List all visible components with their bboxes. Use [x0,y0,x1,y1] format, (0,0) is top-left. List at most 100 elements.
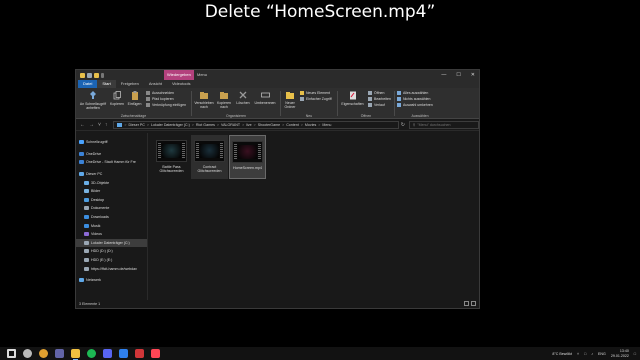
paste-button[interactable]: Einfügen [126,91,143,106]
context-tab-play[interactable]: Wiedergeben [164,70,194,80]
breadcrumb-item[interactable]: Menu [322,123,331,127]
sidebar-item[interactable]: OneDrive - Stadt Hamm für Fre [76,158,147,167]
sidebar-item[interactable]: https://ffcit-hamm.de/webdav [76,264,147,273]
file-explorer-icon[interactable] [71,349,80,360]
desktop-icon [84,197,89,202]
weather-text[interactable]: 8°C Bewölkt [552,352,572,356]
breadcrumb-separator-icon[interactable]: > [217,123,219,127]
sidebar-item[interactable]: Bilder [76,187,147,196]
open-button[interactable]: Öffnen [368,91,384,95]
copy-to-button[interactable]: Kopieren nach [215,91,233,109]
volume-icon[interactable]: ♪ [591,352,593,356]
breadcrumb-item[interactable]: live [246,123,251,127]
discord-icon[interactable] [103,349,112,358]
back-arrow-icon[interactable]: ← [80,122,85,128]
language-indicator[interactable]: ENG [598,352,606,356]
breadcrumb[interactable]: > Dieser PC > Lokaler Datenträger (C:) > Riot… [113,120,399,129]
properties-button[interactable]: Eigenschaften [339,91,366,106]
sidebar-item[interactable]: Dieser PC [76,170,147,179]
new-folder-button[interactable]: Neuer Ordner [282,91,298,109]
file-item[interactable]: Battle Pass Glitchscreeden [153,135,190,179]
sidebar-item[interactable]: Videos [76,230,147,239]
rename-button[interactable]: Umbenennen [253,91,277,105]
breadcrumb-item[interactable]: VALORANT [221,123,240,127]
search-icon[interactable] [23,349,32,358]
start-icon[interactable] [7,349,16,358]
forward-arrow-icon[interactable]: → [89,122,94,128]
tab-start[interactable]: Start [97,80,116,88]
edit-button[interactable]: Bearbeiten [368,97,391,101]
breadcrumb-separator-icon[interactable]: > [282,123,284,127]
invert-selection-button[interactable]: Auswahl umkehren [397,103,433,107]
chevron-up-icon[interactable]: ˄ [577,352,579,356]
breadcrumb-separator-icon[interactable]: > [318,123,320,127]
pin-quick-access-button[interactable]: An Schnellzugriff anheften [78,91,108,110]
move-to-button[interactable]: Verschieben nach [194,91,214,109]
breadcrumb-item[interactable]: Dieser PC [129,123,145,127]
breadcrumb-item[interactable]: Riot Games [196,123,215,127]
chrome-icon[interactable] [39,349,48,358]
breadcrumb-separator-icon[interactable]: > [242,123,244,127]
network-icon[interactable]: □ [584,352,586,356]
up-arrow-icon[interactable]: ↑ [105,122,108,128]
sidebar-item[interactable]: 3D-Objekte [76,178,147,187]
tab-share[interactable]: Freigeben [116,80,144,88]
new-element-button[interactable]: Neues Element [300,91,330,95]
breadcrumb-separator-icon[interactable]: > [147,123,149,127]
teams-icon[interactable] [55,349,64,358]
riot-client-icon[interactable] [135,349,144,358]
sidebar-item[interactable]: Downloads [76,213,147,222]
sidebar-item[interactable]: Musik [76,221,147,230]
edit-label: Bearbeiten [374,97,391,101]
cut-button[interactable]: Ausschneiden [146,91,174,95]
cube-icon [84,180,89,185]
sidebar-item[interactable]: Lokaler Datenträger (C:) [76,238,147,248]
breadcrumb-item[interactable]: Content [286,123,299,127]
copy-button[interactable]: Kopieren [109,91,125,106]
spotify-icon[interactable] [87,349,96,358]
chevron-down-icon[interactable]: ˅ [98,122,101,128]
sidebar-item[interactable]: Schnellzugriff [76,138,147,147]
search-input[interactable] [417,122,478,127]
minimize-button[interactable]: — [441,70,446,80]
file-item[interactable]: Contract Glitchscreeden [191,135,228,179]
tab-view[interactable]: Ansicht [144,80,167,88]
sidebar-item[interactable]: HDD (D:) (D:) [76,247,147,256]
tab-file[interactable]: Datei [78,80,98,88]
sidebar-item-label: https://ffcit-hamm.de/webdav [91,266,137,271]
close-button[interactable]: ✕ [471,70,475,80]
paste-shortcut-button[interactable]: Verknüpfung einfügen [146,103,186,107]
chevron-down-icon[interactable] [101,72,104,78]
delete-button[interactable]: Löschen [235,91,251,105]
copy-path-button[interactable]: Pfad kopieren [146,97,174,101]
new-folder-icon[interactable] [94,72,99,78]
breadcrumb-item[interactable]: ShooterGame [258,123,280,127]
valorant-icon[interactable] [151,349,160,358]
sidebar-item[interactable]: OneDrive [76,150,147,159]
sidebar-item[interactable]: HDD (E:) (E:) [76,256,147,265]
history-button[interactable]: Verlauf [368,103,385,107]
breadcrumb-item[interactable]: Lokaler Datenträger (C:) [151,123,190,127]
sidebar-item[interactable]: Netzwerk [76,276,147,285]
breadcrumb-separator-icon[interactable]: > [192,123,194,127]
notification-icon[interactable]: □ [634,352,636,356]
search-box[interactable]: ⚲ [408,120,480,129]
vscode-icon[interactable] [119,349,128,358]
easy-access-button[interactable]: Einfacher Zugriff [300,97,332,101]
refresh-icon[interactable]: ↻ [399,122,407,128]
properties-icon[interactable] [87,72,92,78]
details-view-icon[interactable] [464,301,469,306]
tab-video-tools[interactable]: Videotools [167,80,196,88]
breadcrumb-item[interactable]: Movies [305,123,316,127]
clock[interactable]: 13:40 29.01.2022 [611,349,629,357]
select-none-button[interactable]: Nichts auswählen [397,97,430,101]
file-item[interactable]: HomeScreen.mp4 [229,135,266,179]
maximize-button[interactable]: ☐ [456,70,460,80]
sidebar-item[interactable]: Dokumente [76,204,147,213]
breadcrumb-separator-icon[interactable]: > [124,123,126,127]
breadcrumb-separator-icon[interactable]: > [301,123,303,127]
sidebar-item[interactable]: Desktop [76,196,147,205]
tiles-view-icon[interactable] [471,301,476,306]
breadcrumb-separator-icon[interactable]: > [254,123,256,127]
select-all-button[interactable]: Alles auswählen [397,91,428,95]
